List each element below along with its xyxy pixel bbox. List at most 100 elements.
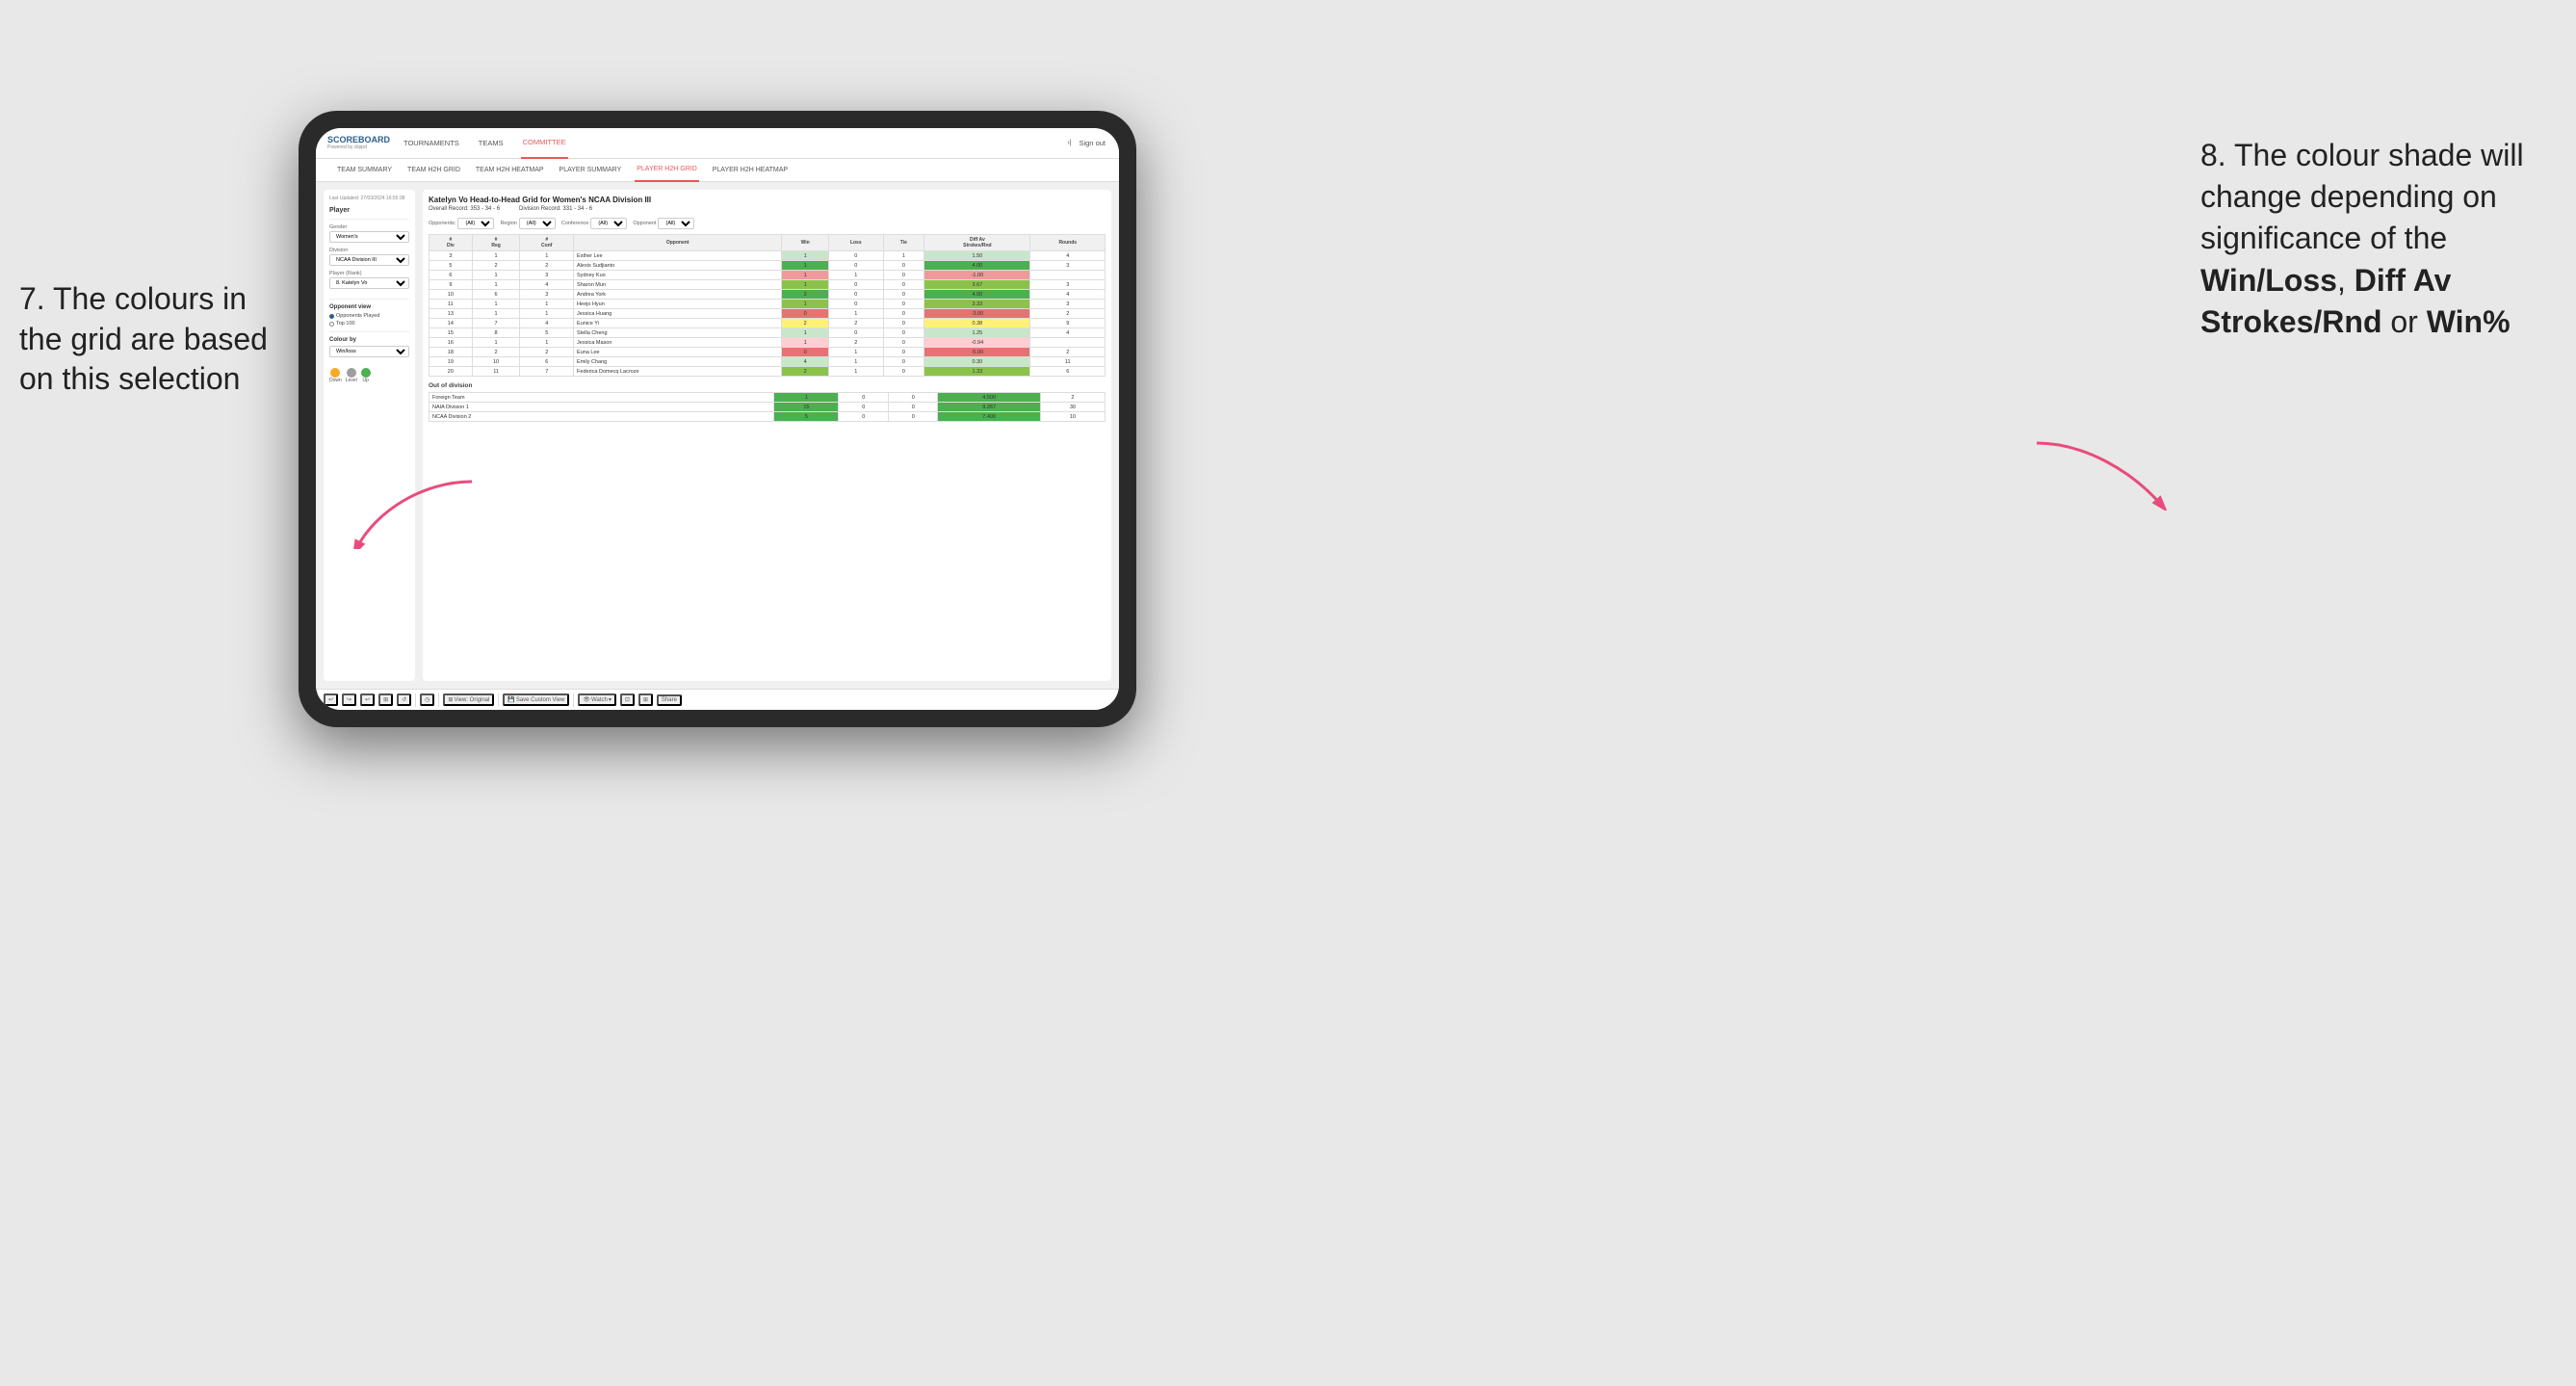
opponent-view-title: Opponent view xyxy=(329,304,409,310)
overall-record-label: Overall Record: 353 - 34 - 6 xyxy=(429,206,500,212)
table-row: 311 Esther Lee 1 0 1 1.50 4 xyxy=(429,251,1106,261)
table-row: 613 Sydney Kuo 1 1 0 -1.00 xyxy=(429,271,1106,280)
radio-top100[interactable]: Top 100 xyxy=(329,321,409,327)
step-back-btn[interactable]: ↩ xyxy=(360,693,375,706)
division-label: Division xyxy=(329,248,409,253)
main-content: Last Updated: 27/03/2024 16:55:38 Player… xyxy=(316,182,1119,689)
sub-nav-team-summary[interactable]: TEAM SUMMARY xyxy=(335,159,394,182)
view-icon: ⊞ xyxy=(448,696,453,703)
arrow-left xyxy=(279,472,472,549)
grid-title: Katelyn Vo Head-to-Head Grid for Women's… xyxy=(429,196,1106,204)
grid-records: Overall Record: 353 - 34 - 6 Division Re… xyxy=(429,206,1106,212)
toolbar-sep-1 xyxy=(415,693,416,707)
sign-out-link[interactable]: Sign out xyxy=(1077,128,1107,159)
table-row: 1063 Andrea York 2 0 0 4.00 4 xyxy=(429,290,1106,300)
eye-icon: 👁 xyxy=(583,696,590,703)
player-rank-select[interactable]: 8. Katelyn Vo xyxy=(329,277,409,289)
colour-legend: Down Level Up xyxy=(329,368,409,383)
table-row: 1611 Jessica Mason 1 2 0 -0.94 xyxy=(429,338,1106,348)
legend-up-dot xyxy=(361,368,371,378)
annotation-right: 8. The colour shade will change dependin… xyxy=(2200,135,2557,343)
legend-level-dot xyxy=(347,368,356,378)
grid-btn[interactable]: ⊞ xyxy=(638,693,653,706)
filter-region: Region (All) xyxy=(500,218,555,229)
filter-conference-select[interactable]: (All) xyxy=(590,218,627,229)
table-row: 19106 Emily Chang 4 1 0 0.30 11 xyxy=(429,357,1106,367)
table-row: 1311 Jessica Huang 0 1 0 -3.00 2 xyxy=(429,309,1106,319)
nav-committee[interactable]: COMMITTEE xyxy=(521,128,568,159)
save-icon: 💾 xyxy=(507,696,514,703)
table-row: 1822 Euna Lee 0 1 0 -5.00 2 xyxy=(429,348,1106,357)
sub-nav-player-h2h-grid[interactable]: PLAYER H2H GRID xyxy=(635,159,699,182)
present-btn[interactable]: ⊡ xyxy=(620,693,635,706)
gender-label: Gender xyxy=(329,224,409,230)
table-row: 20117 Federica Domecq Lacroze 2 1 0 1.33… xyxy=(429,367,1106,377)
th-loss: Loss xyxy=(829,235,883,251)
nav-separator: ›| xyxy=(1067,140,1071,146)
division-record-label: Division Record: 331 - 34 - 6 xyxy=(519,206,592,212)
sub-nav-team-h2h-heatmap[interactable]: TEAM H2H HEATMAP xyxy=(474,159,546,182)
filter-opponents-select[interactable]: (All) xyxy=(457,218,494,229)
table-row: Foreign Team 1 0 0 4.500 2 xyxy=(429,393,1106,403)
toolbar-sep-3 xyxy=(498,693,499,707)
save-custom-btn[interactable]: 💾 Save Custom View xyxy=(503,693,569,706)
radio-dot-top100 xyxy=(329,322,334,327)
undo-btn[interactable]: ↩ xyxy=(324,693,338,706)
redo-btn[interactable]: ↪ xyxy=(342,693,356,706)
filters-row: Opponents: (All) Region (All) Conference xyxy=(429,218,1106,229)
th-tie: Tie xyxy=(883,235,924,251)
table-row: NAIA Division 1 15 0 0 9.267 30 xyxy=(429,403,1106,412)
player-rank-label: Player (Rank) xyxy=(329,271,409,276)
legend-down-dot xyxy=(330,368,340,378)
arrow-right xyxy=(2037,433,2229,510)
data-table: #Div #Reg #Conf Opponent Win Loss Tie Di… xyxy=(429,234,1106,377)
th-rounds: Rounds xyxy=(1030,235,1106,251)
filter-opponent-select[interactable]: (All) xyxy=(658,218,694,229)
table-row: 1474 Eunice Yi 2 2 0 0.38 9 xyxy=(429,319,1106,328)
toolbar-sep-4 xyxy=(573,693,574,707)
copy-btn[interactable]: ⊞ xyxy=(378,693,393,706)
tablet-frame: SCOREBOARD Powered by clippd TOURNAMENTS… xyxy=(299,111,1136,727)
filter-opponent: Opponent (All) xyxy=(633,218,694,229)
clock-btn[interactable]: ◷ xyxy=(420,693,434,706)
th-reg: #Reg xyxy=(472,235,520,251)
sidebar: Last Updated: 27/03/2024 16:55:38 Player… xyxy=(324,190,415,681)
reset-btn[interactable]: ↺ xyxy=(397,693,411,706)
sub-nav: TEAM SUMMARY TEAM H2H GRID TEAM H2H HEAT… xyxy=(316,159,1119,182)
grid-area: Katelyn Vo Head-to-Head Grid for Women's… xyxy=(423,190,1111,681)
radio-dot-played xyxy=(329,314,334,319)
th-win: Win xyxy=(782,235,829,251)
sub-nav-player-h2h-heatmap[interactable]: PLAYER H2H HEATMAP xyxy=(711,159,790,182)
annotation-left: 7. The colours in the grid are based on … xyxy=(19,279,289,400)
table-row: 1111 Heejo Hyun 1 0 0 3.33 3 xyxy=(429,300,1106,309)
table-row: 1585 Stella Cheng 1 0 0 1.25 4 xyxy=(429,328,1106,338)
th-opponent: Opponent xyxy=(574,235,782,251)
nav-tournaments[interactable]: TOURNAMENTS xyxy=(402,128,461,159)
nav-links: TOURNAMENTS TEAMS COMMITTEE xyxy=(402,128,1067,159)
view-original-btn[interactable]: ⊞ View: Original xyxy=(443,693,494,706)
watch-btn[interactable]: 👁 Watch ▾ xyxy=(578,693,615,706)
filter-region-select[interactable]: (All) xyxy=(519,218,556,229)
sub-nav-player-summary[interactable]: PLAYER SUMMARY xyxy=(558,159,624,182)
share-btn[interactable]: Share xyxy=(657,694,682,706)
legend-down-label: Down xyxy=(329,378,342,383)
sidebar-player-title: Player xyxy=(329,207,409,214)
table-row: 522 Alexis Sudjianto 1 0 0 4.00 3 xyxy=(429,261,1106,271)
colour-by-select[interactable]: Win/loss xyxy=(329,346,409,357)
logo: SCOREBOARD Powered by clippd xyxy=(327,136,390,150)
gender-select[interactable]: Women's xyxy=(329,231,409,243)
th-div: #Div xyxy=(429,235,473,251)
th-conf: #Conf xyxy=(520,235,574,251)
legend-level-label: Level xyxy=(346,378,357,383)
filter-opponents: Opponents: (All) xyxy=(429,218,494,229)
colour-by-title: Colour by xyxy=(329,337,409,343)
nav-teams[interactable]: TEAMS xyxy=(477,128,506,159)
radio-opponents-played[interactable]: Opponents Played xyxy=(329,313,409,319)
sub-nav-team-h2h-grid[interactable]: TEAM H2H GRID xyxy=(405,159,462,182)
tablet-screen: SCOREBOARD Powered by clippd TOURNAMENTS… xyxy=(316,128,1119,710)
toolbar-sep-2 xyxy=(438,693,439,707)
th-diff: Diff AvStrokes/Rnd xyxy=(924,235,1030,251)
table-row: NCAA Division 2 5 0 0 7.400 10 xyxy=(429,412,1106,422)
division-select[interactable]: NCAA Division III xyxy=(329,254,409,266)
legend-up-label: Up xyxy=(361,378,371,383)
